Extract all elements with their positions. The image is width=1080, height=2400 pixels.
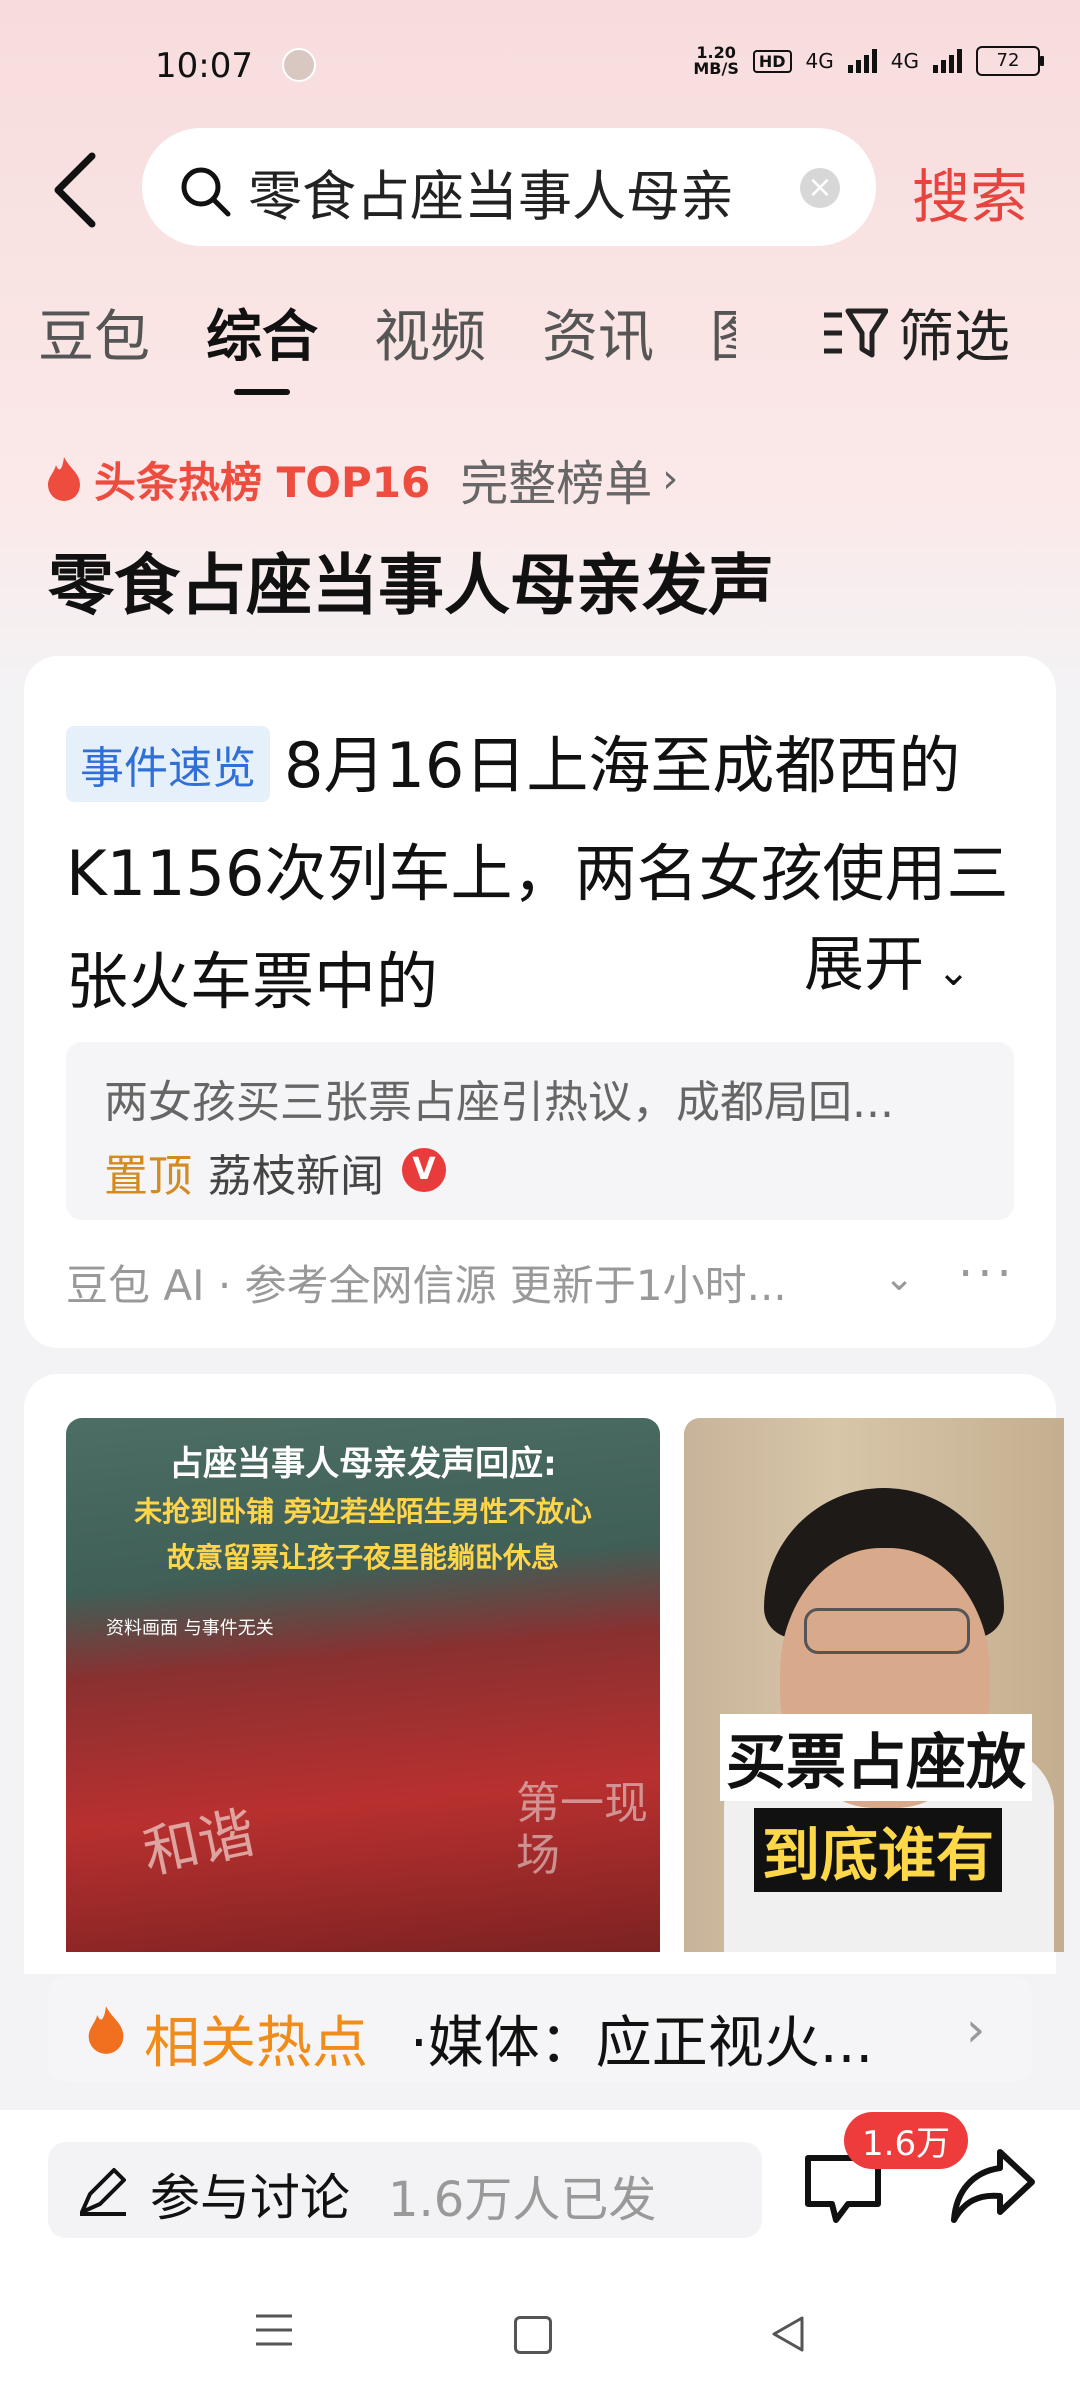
flame-icon: [48, 457, 80, 501]
chevron-right-icon: ›: [662, 456, 679, 502]
nav-menu-icon[interactable]: [254, 2312, 294, 2352]
status-time: 10:07: [155, 46, 253, 86]
tab-comprehensive[interactable]: 综合: [206, 292, 318, 395]
thumbnail-title: 占座当事人母亲发声回应:: [169, 1444, 557, 1484]
battery-icon: 72: [976, 46, 1044, 76]
filter-icon: [824, 308, 888, 357]
hot-rank-label: 头条热榜 TOP16: [94, 457, 431, 507]
train-logo-text: 和谐: [137, 1799, 261, 1887]
pen-icon: [76, 2164, 130, 2222]
brand-watermark: 第一现场: [516, 1778, 648, 1881]
verified-icon: V: [402, 1148, 446, 1192]
status-indicators: 1.20 MB/S HD 4G 4G 72: [693, 43, 1044, 78]
search-query-text: 零食占座当事人母亲: [248, 165, 734, 228]
back-arrow-icon: [54, 152, 96, 228]
network-speed: 1.20 MB/S: [693, 43, 739, 78]
filter-button[interactable]: 筛选: [822, 292, 1010, 373]
hd-icon: HD: [752, 49, 792, 73]
expand-button[interactable]: 展开 ⌄: [764, 916, 971, 1003]
more-icon[interactable]: ···: [958, 1246, 1016, 1302]
signal-4g-label: 4G: [805, 49, 834, 73]
tab-video[interactable]: 视频: [374, 292, 486, 373]
chevron-down-icon: ⌄: [924, 949, 971, 995]
share-icon[interactable]: [950, 2146, 1036, 2230]
discuss-label: 参与讨论: [150, 2169, 350, 2227]
thumbnail-note: 资料画面 与事件无关: [106, 1618, 274, 1639]
related-label: 相关热点: [144, 2011, 368, 2076]
signal-4g-label-2: 4G: [890, 49, 919, 73]
event-badge: 事件速览: [66, 726, 270, 802]
tab-image[interactable]: 图: [710, 292, 736, 373]
chevron-right-icon: ›: [966, 2002, 986, 2058]
thumbnail-caption: 买票占座放: [720, 1714, 1032, 1801]
discuss-count: 1.6万人已发: [388, 2172, 657, 2228]
page-title: 零食占座当事人母亲发声: [48, 547, 774, 624]
thumbnail-line: 故意留票让孩子夜里能躺卧休息: [166, 1541, 559, 1574]
filter-label: 筛选: [898, 305, 1010, 370]
tab-news[interactable]: 资讯: [542, 292, 654, 373]
status-avatar-icon: [282, 48, 316, 82]
quote-text: 两女孩买三张票占座引热议，成都局回...: [104, 1077, 894, 1128]
nav-home-icon[interactable]: [514, 2316, 552, 2354]
nav-back-icon[interactable]: [770, 2314, 806, 2358]
signal-bars-icon-2: [933, 49, 962, 73]
video-thumbnail[interactable]: 占座当事人母亲发声回应: 未抢到卧铺 旁边若坐陌生男性不放心 故意留票让孩子夜里…: [66, 1418, 660, 1952]
tab-bar: 豆包 综合 视频 资讯 图: [38, 292, 736, 395]
clear-icon[interactable]: ×: [800, 168, 840, 208]
signal-bars-icon: [847, 49, 877, 73]
thumbnail-line: 未抢到卧铺 旁边若坐陌生男性不放心: [134, 1495, 592, 1528]
video-thumbnail-2[interactable]: 买票占座放 到底谁有: [684, 1418, 1064, 1952]
source-name: 荔枝新闻: [208, 1151, 384, 1202]
chevron-down-icon[interactable]: ⌄: [884, 1258, 914, 1299]
search-button[interactable]: 搜索: [912, 150, 1028, 234]
flame-icon: [84, 2004, 128, 2060]
tab-doubao[interactable]: 豆包: [38, 292, 150, 373]
thumbnail-caption-2: 到底谁有: [754, 1808, 1003, 1892]
ai-meta-text: 豆包 AI · 参考全网信源 更新于1小时...: [66, 1261, 787, 1310]
back-button[interactable]: [48, 150, 108, 230]
search-icon: [178, 164, 232, 222]
pin-label: 置顶: [104, 1151, 192, 1202]
related-text: ·媒体：应正视火...: [410, 2011, 874, 2076]
full-list-link[interactable]: 完整榜单: [460, 444, 652, 514]
hot-rank-row[interactable]: 头条热榜 TOP16 完整榜单 ›: [44, 444, 678, 514]
